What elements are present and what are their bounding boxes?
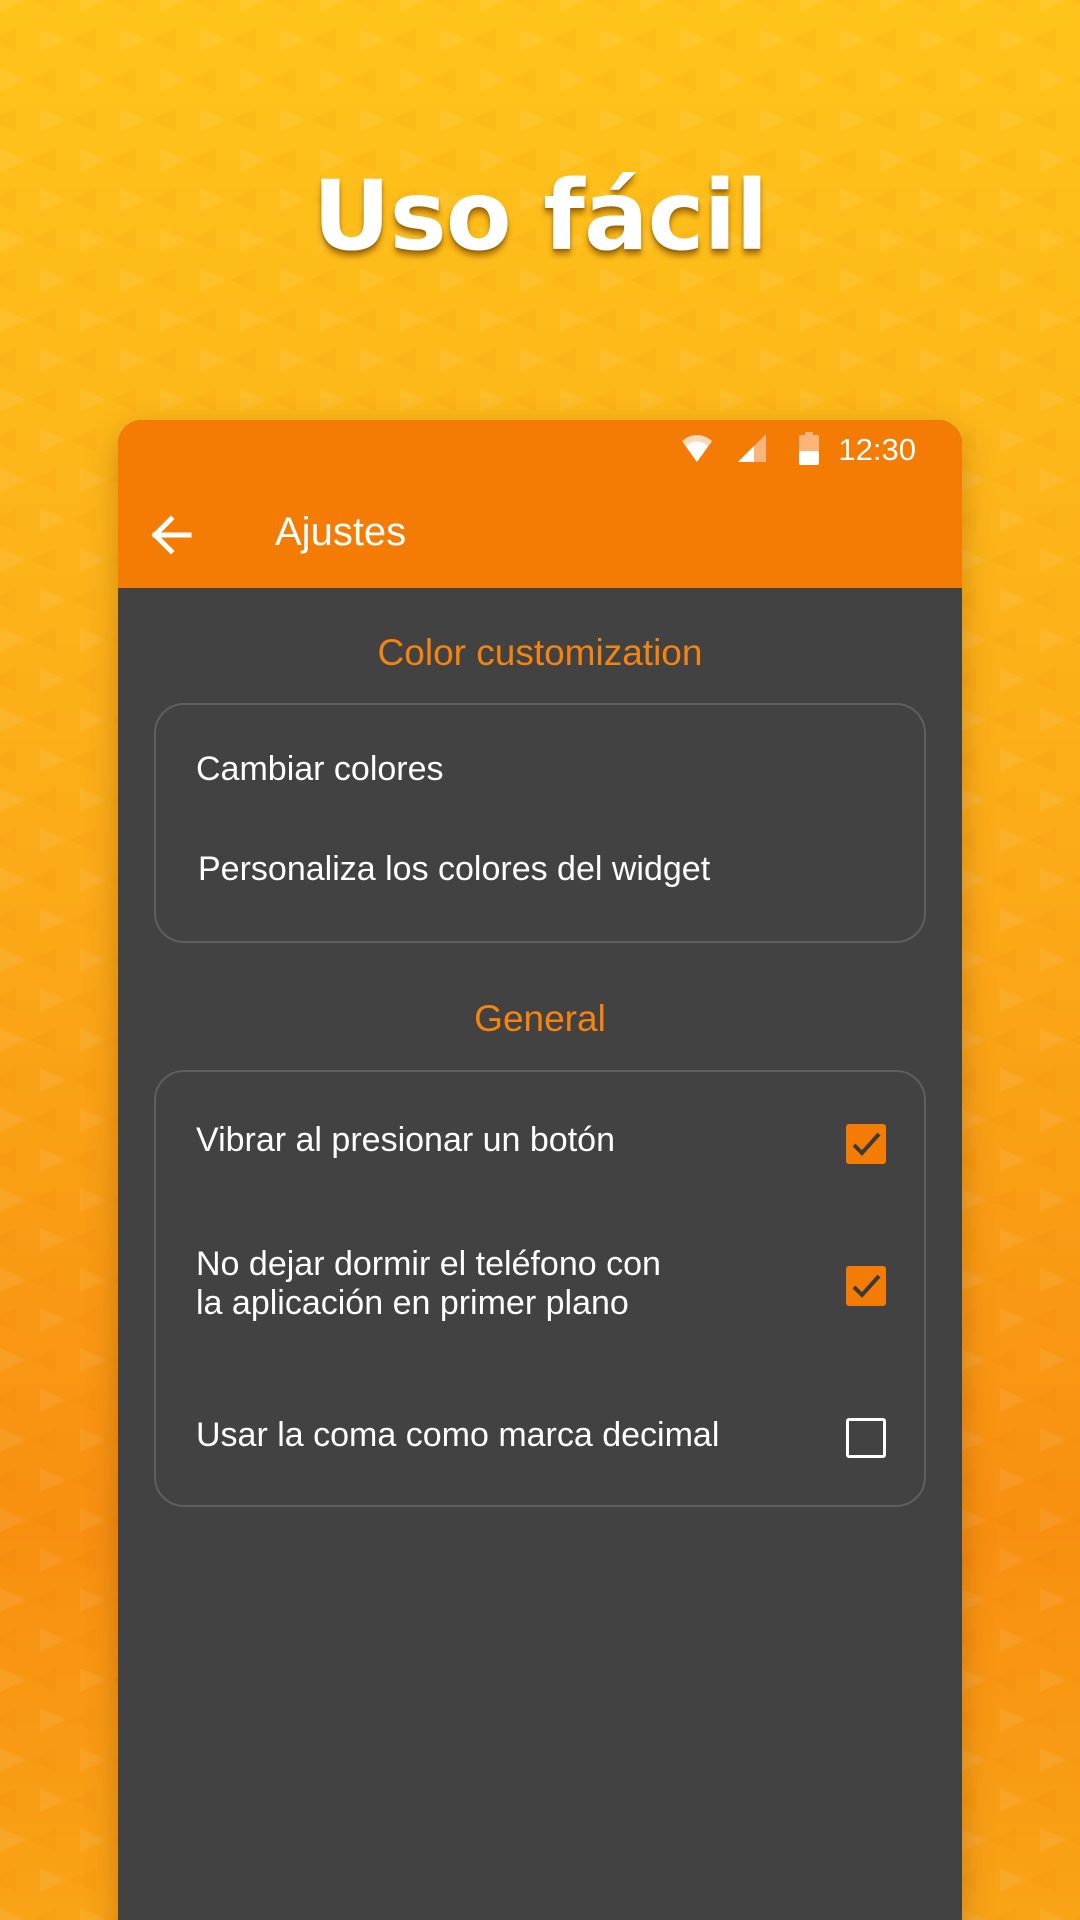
setting-label-decimal-comma: Usar la coma como marca decimal: [196, 1416, 720, 1454]
wifi-icon: [680, 432, 714, 470]
setting-label-vibrate: Vibrar al presionar un botón: [196, 1121, 615, 1159]
checkmark-icon: [852, 1274, 881, 1298]
section-title-color-customization: Color customization: [377, 632, 703, 673]
decimal-comma-checkbox[interactable]: [846, 1418, 886, 1458]
setting-label-keep-awake-line2: la aplicación en primer plano: [196, 1284, 629, 1322]
checkmark-icon: [852, 1132, 881, 1156]
section-title-general: General: [474, 998, 606, 1039]
app-bar: 12:30 Ajustes: [118, 420, 962, 588]
headline: Uso fácil: [312, 160, 769, 272]
change-colors-item[interactable]: Cambiar colores: [196, 749, 444, 789]
back-button[interactable]: [138, 504, 204, 570]
general-card: Vibrar al presionar un botón No dejar do…: [154, 1070, 926, 1507]
keep-awake-checkbox[interactable]: [846, 1266, 886, 1306]
battery-icon: [798, 432, 820, 470]
vibrate-checkbox[interactable]: [846, 1124, 886, 1164]
color-customization-card: Cambiar colores Personaliza los colores …: [154, 703, 926, 943]
arrow-left-icon: [149, 515, 193, 559]
status-bar: 12:30: [118, 420, 962, 480]
setting-label-keep-awake-line1: No dejar dormir el teléfono con: [196, 1245, 661, 1283]
promo-page: Uso fácil 12:30 Ajustes Color customizat…: [0, 0, 1080, 1920]
signal-icon: [736, 432, 768, 468]
status-time: 12:30: [838, 432, 916, 467]
phone-screen: 12:30 Ajustes Color customization Cambia…: [118, 420, 962, 1920]
customize-widget-colors-item[interactable]: Personaliza los colores del widget: [198, 849, 710, 889]
app-bar-title: Ajustes: [275, 510, 407, 554]
